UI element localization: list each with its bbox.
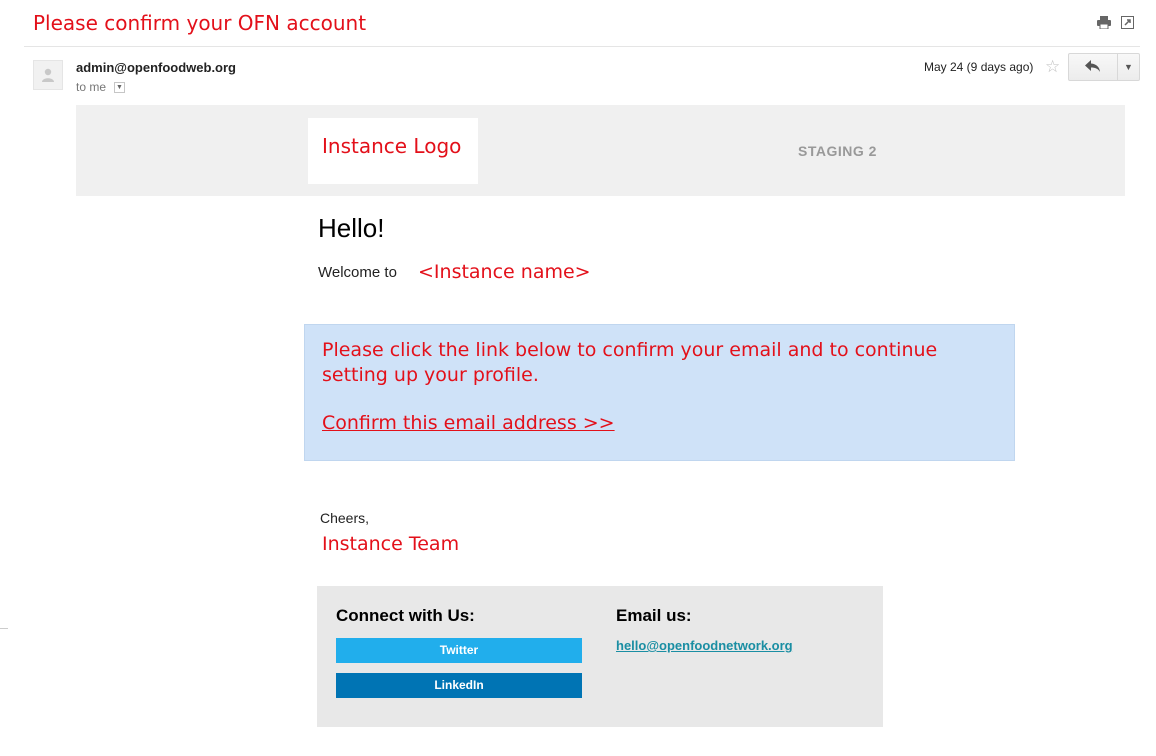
new-window-icon[interactable] [1119, 16, 1135, 32]
avatar-icon [33, 60, 63, 90]
welcome-text: Welcome to [318, 264, 397, 281]
edge-marker [0, 628, 8, 629]
reply-button-group: ▼ [1068, 53, 1140, 81]
star-icon[interactable]: ☆ [1045, 57, 1060, 77]
confirm-email-link[interactable]: Confirm this email address >> [322, 412, 615, 434]
team-name: Instance Team [322, 533, 460, 555]
email-us-heading: Email us: [616, 606, 692, 625]
environment-label: STAGING 2 [798, 143, 877, 159]
email-banner [76, 105, 1125, 196]
reply-icon[interactable] [1069, 54, 1117, 80]
print-icon[interactable] [1096, 16, 1112, 32]
twitter-button[interactable]: Twitter [336, 638, 582, 663]
callout-text: Please click the link below to confirm y… [322, 339, 938, 386]
linkedin-button[interactable]: LinkedIn [336, 673, 582, 698]
email-subject: Please confirm your OFN account [33, 11, 367, 35]
connect-heading: Connect with Us: [336, 606, 475, 625]
signoff-text: Cheers, [320, 510, 370, 526]
contact-email-link[interactable]: hello@openfoodnetwork.org [616, 638, 793, 653]
logo-text: Instance Logo [322, 134, 462, 158]
header-divider [24, 46, 1140, 47]
chevron-down-icon[interactable]: ▼ [114, 82, 125, 93]
sender-address[interactable]: admin@openfoodweb.org [76, 60, 236, 75]
message-date: May 24 (9 days ago) [924, 60, 1034, 74]
greeting-heading: Hello! [318, 213, 385, 243]
instance-name: <Instance name> [418, 261, 591, 283]
chevron-down-icon[interactable]: ▼ [1118, 54, 1139, 80]
recipient-label: to me [76, 80, 107, 94]
